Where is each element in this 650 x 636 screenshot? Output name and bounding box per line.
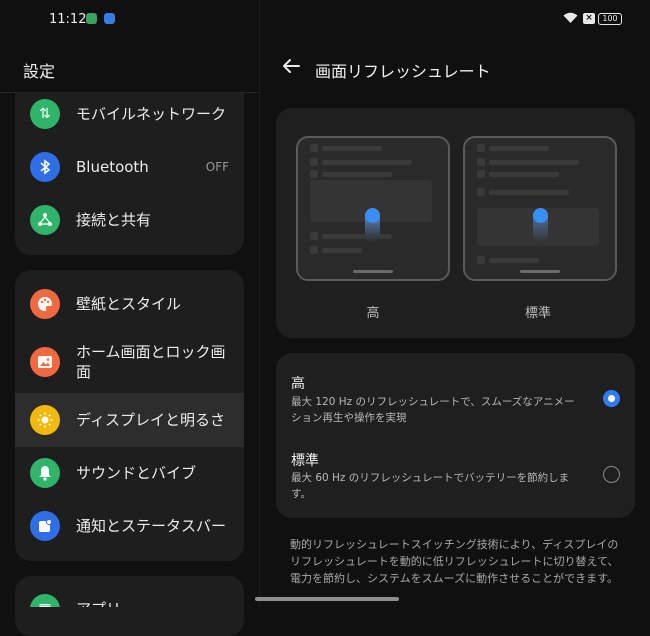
bluetooth-icon: [30, 152, 60, 182]
option-standard-description: 最大 60 Hz のリフレッシュレートでバッテリーを節約します。: [291, 472, 570, 500]
brightness-icon: [30, 405, 60, 435]
sidebar-item-label: 通知とステータスバー: [76, 517, 227, 535]
palette-icon: [30, 289, 60, 319]
sidebar-item-notifications-status-bar[interactable]: 通知とステータスバー: [15, 500, 244, 553]
sidebar-item-label: ホーム画面とロック画: [76, 343, 226, 361]
sidebar-item-apps[interactable]: ▦ アプリ: [15, 580, 244, 607]
mobile-network-icon: ⇅: [30, 99, 60, 129]
sidebar-item-label: モバイルネットワーク: [76, 105, 227, 123]
option-high-title: 高: [291, 376, 305, 392]
notification-icon: [30, 511, 60, 541]
preview-high[interactable]: [296, 136, 450, 281]
pane-divider: [259, 0, 260, 607]
refresh-rate-footnote: 動的リフレッシュレートスイッチング技術により、ディスプレイのリフレッシュレートを…: [290, 538, 619, 585]
back-arrow-icon[interactable]: [280, 55, 302, 77]
sidebar-item-sound-vibration[interactable]: サウンドとバイブ: [15, 447, 244, 500]
apps-grid-icon: ▦: [30, 594, 60, 607]
sidebar-item-connection-sharing[interactable]: 接続と共有: [15, 194, 244, 247]
image-icon: [30, 347, 60, 377]
motion-dot-icon: [533, 208, 548, 223]
sidebar-item-label: 接続と共有: [76, 211, 152, 229]
option-standard-radio[interactable]: [603, 466, 620, 483]
refresh-rate-preview-card: 高 標準: [276, 108, 635, 338]
page-title: 画面リフレッシュレート: [315, 62, 491, 81]
bell-icon: [30, 458, 60, 488]
status-time: 11:12: [49, 12, 87, 27]
sidebar-item-bluetooth[interactable]: Bluetooth OFF: [15, 141, 244, 194]
option-standard-title: 標準: [291, 453, 319, 469]
sidebar-item-mobile-network[interactable]: ⇅ モバイルネットワーク: [15, 88, 244, 141]
sidebar-item-wallpaper-style[interactable]: 壁紙とスタイル: [15, 278, 244, 331]
app-notification-icon: [104, 13, 115, 24]
option-high-radio[interactable]: [603, 390, 620, 407]
sidebar-item-home-lock-screen[interactable]: ホーム画面とロック画 面: [15, 334, 244, 390]
wifi-icon: [563, 12, 578, 23]
battery-icon: 100: [598, 13, 622, 25]
sidebar-item-label: ディスプレイと明るさ: [76, 411, 225, 429]
app-notification-icon: [86, 13, 97, 24]
connection-sharing-icon: [30, 205, 60, 235]
sidebar-item-label: アプリ: [76, 599, 121, 607]
sidebar-item-label: Bluetooth: [76, 158, 149, 176]
no-sim-icon: ×: [583, 13, 595, 24]
gesture-home-bar[interactable]: [255, 597, 399, 601]
preview-high-label: 高: [366, 306, 380, 321]
preview-standard-label: 標準: [524, 306, 551, 321]
sidebar-item-display-brightness[interactable]: ディスプレイと明るさ: [15, 393, 244, 447]
bluetooth-status-value: OFF: [205, 160, 229, 174]
sidebar-item-label-continued: 面: [76, 363, 92, 381]
motion-dot-icon: [365, 208, 380, 223]
sidebar-item-label: サウンドとバイブ: [76, 464, 197, 482]
preview-standard[interactable]: [463, 136, 617, 281]
settings-title: 設定: [23, 62, 56, 81]
refresh-rate-options-card: 高 最大 120 Hz のリフレッシュレートで、スムーズなアニメーション再生や操…: [276, 353, 635, 518]
sidebar-item-label: 壁紙とスタイル: [76, 295, 182, 313]
option-high-description: 最大 120 Hz のリフレッシュレートで、スムーズなアニメーション再生や操作を…: [291, 396, 575, 424]
